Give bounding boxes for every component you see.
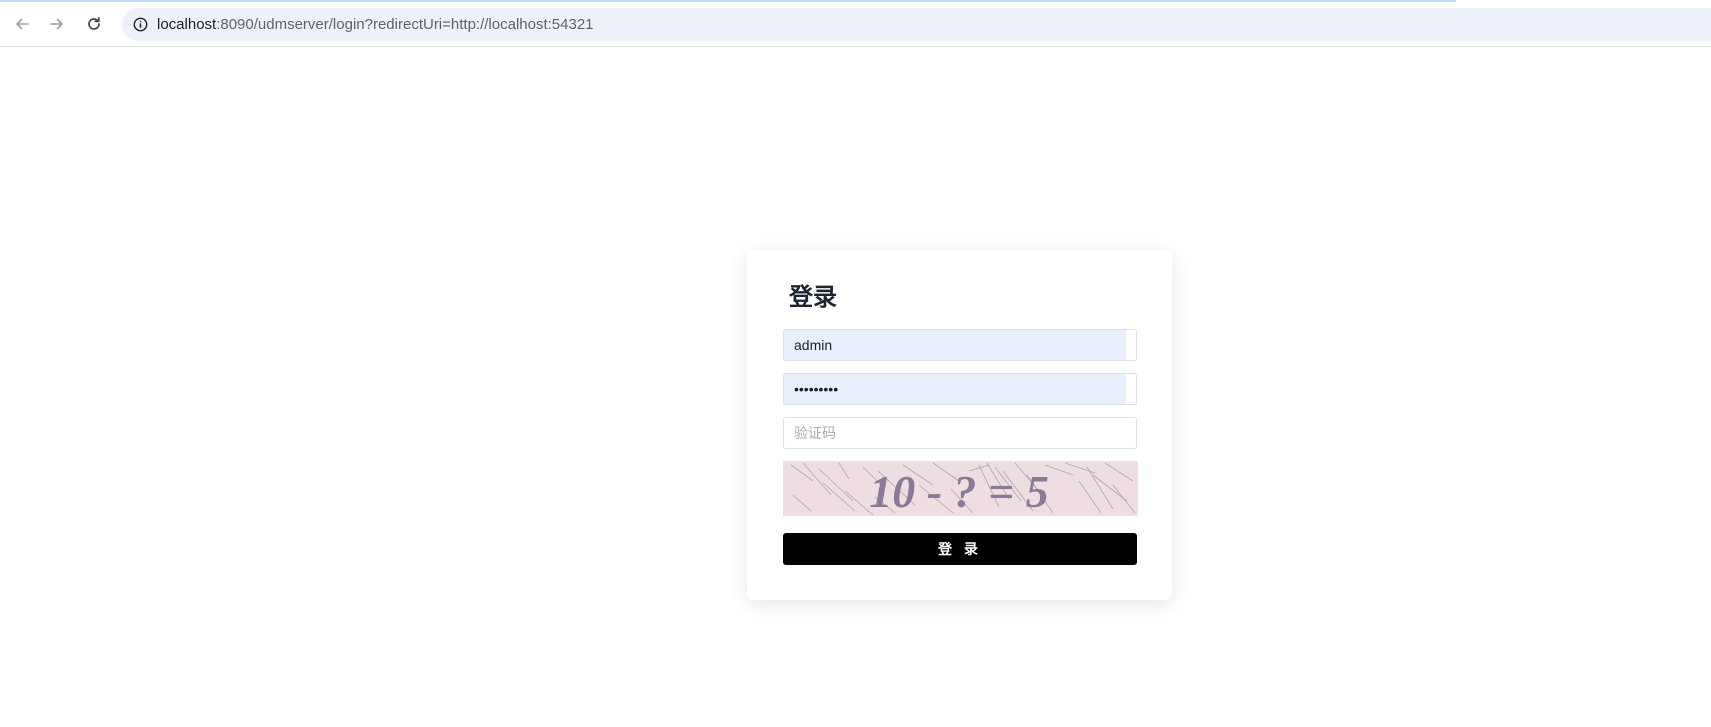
arrow-right-icon [50, 18, 63, 30]
login-button[interactable]: 登 录 [783, 533, 1137, 565]
back-button[interactable] [10, 12, 34, 36]
captcha-text: 10 - ? = 5 [869, 466, 1049, 516]
url-host: localhost [157, 16, 217, 33]
url-path: :8090/udmserver/login?redirectUri=http:/… [216, 16, 594, 33]
reload-button[interactable] [82, 12, 106, 36]
reload-icon [88, 16, 100, 30]
info-icon[interactable] [132, 16, 149, 33]
captcha-input[interactable] [784, 418, 1136, 448]
browser-toolbar: localhost:8090/udmserver/login?redirectU… [0, 0, 1711, 47]
captcha-field-wrapper [783, 417, 1137, 449]
captcha-image[interactable]: 10 - ? = 5 [783, 461, 1138, 516]
address-bar[interactable]: localhost:8090/udmserver/login?redirectU… [122, 8, 1711, 41]
captcha-graphic: 10 - ? = 5 [790, 462, 1136, 516]
username-field-wrapper [783, 329, 1137, 361]
password-input[interactable] [784, 374, 1136, 404]
forward-button[interactable] [45, 12, 69, 36]
loading-progress-line [0, 0, 1456, 2]
login-card: 登录 admin 验证码 10 - ? = 5 登 录 [747, 250, 1172, 600]
url-text: localhost:8090/udmserver/login?redirectU… [157, 16, 594, 33]
username-input[interactable] [784, 330, 1136, 360]
password-field-wrapper [783, 373, 1137, 405]
login-title: 登录 [789, 284, 837, 311]
arrow-left-icon [16, 18, 29, 30]
